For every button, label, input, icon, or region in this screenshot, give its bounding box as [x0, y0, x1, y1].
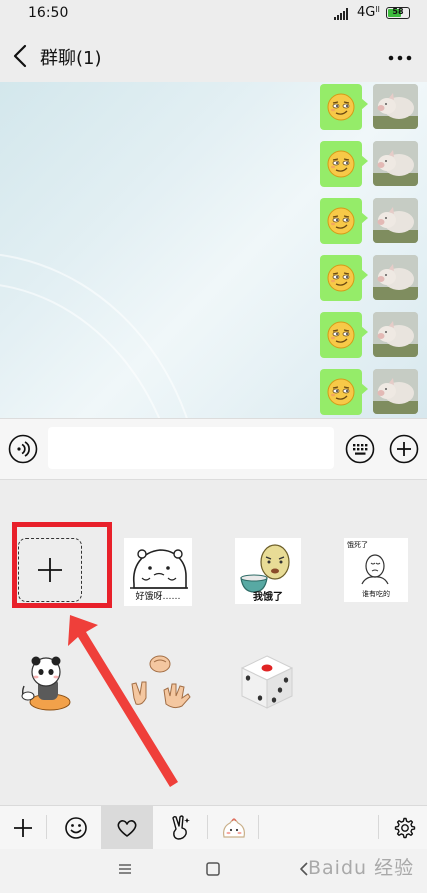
message-bubble[interactable] — [320, 84, 368, 130]
tab-sticker-pack[interactable] — [214, 806, 254, 849]
hungry-bowl-face-sticker[interactable]: 我饿了 — [235, 538, 301, 604]
network-sub: ll — [375, 5, 380, 14]
sticker-caption: 我饿了 — [253, 590, 283, 603]
battery-level: 58 — [392, 7, 404, 16]
signal-icon — [334, 8, 348, 20]
smile-icon — [65, 816, 87, 839]
keyboard-icon[interactable] — [345, 434, 375, 464]
plus-icon — [14, 818, 32, 837]
menu-icon[interactable] — [117, 862, 133, 876]
message-bubble[interactable] — [320, 141, 368, 187]
page-title: 群聊(1) — [40, 48, 102, 69]
pig-photo — [373, 369, 418, 414]
bun-character-icon — [223, 817, 245, 838]
avatar[interactable] — [373, 84, 418, 129]
more-dots-icon[interactable] — [386, 54, 414, 62]
avatar[interactable] — [373, 312, 418, 357]
dice-sticker[interactable] — [238, 652, 296, 712]
smirk-face-icon — [327, 207, 355, 235]
smirk-face-icon — [327, 150, 355, 178]
smirk-face-icon — [327, 264, 355, 292]
heart-icon — [117, 819, 137, 837]
status-time: 16:50 — [28, 5, 69, 21]
hungry-stickman-sticker[interactable]: 饿死了 谁有吃的 — [344, 538, 408, 602]
watermark: Baidu 经验 — [308, 857, 415, 879]
sticker-caption: 好饿呀…… — [135, 590, 180, 602]
pig-photo — [373, 84, 418, 129]
network-label: 4G — [357, 5, 376, 20]
chevron-left-icon[interactable] — [10, 42, 32, 70]
avatar[interactable] — [373, 255, 418, 300]
pig-photo — [373, 312, 418, 357]
settings-button[interactable] — [384, 806, 424, 849]
voice-icon[interactable] — [8, 434, 38, 464]
avatar[interactable] — [373, 198, 418, 243]
message-bubble[interactable] — [320, 198, 368, 244]
battery-icon: 58 — [386, 7, 410, 19]
pig-photo — [373, 255, 418, 300]
annotation-arrow — [68, 615, 178, 787]
message-input[interactable] — [48, 427, 334, 469]
pig-photo — [373, 198, 418, 243]
highlight-box — [12, 522, 112, 608]
message-bubble[interactable] — [320, 255, 368, 301]
avatar[interactable] — [373, 141, 418, 186]
tab-gestures[interactable] — [160, 806, 200, 849]
network-type: 4Gll — [357, 5, 380, 20]
hungry-hamster-sticker[interactable]: 好饿呀…… — [124, 538, 192, 606]
victory-hand-icon — [172, 814, 190, 840]
tab-favorites[interactable] — [101, 806, 153, 849]
gear-icon — [394, 817, 416, 838]
smirk-face-icon — [327, 93, 355, 121]
pig-photo — [373, 141, 418, 186]
smirk-face-icon — [327, 378, 355, 406]
tab-emoji[interactable] — [56, 806, 96, 849]
message-bubble[interactable] — [320, 369, 368, 415]
home-square-icon[interactable] — [205, 861, 221, 877]
message-bubble[interactable] — [320, 312, 368, 358]
avatar[interactable] — [373, 369, 418, 414]
sticker-caption-top: 饿死了 — [347, 540, 368, 549]
plus-circle-icon[interactable] — [389, 434, 419, 464]
tab-add[interactable] — [4, 806, 42, 849]
chat-area[interactable] — [0, 82, 427, 418]
smirk-face-icon — [327, 321, 355, 349]
sticker-caption-bottom: 谁有吃的 — [362, 589, 390, 598]
